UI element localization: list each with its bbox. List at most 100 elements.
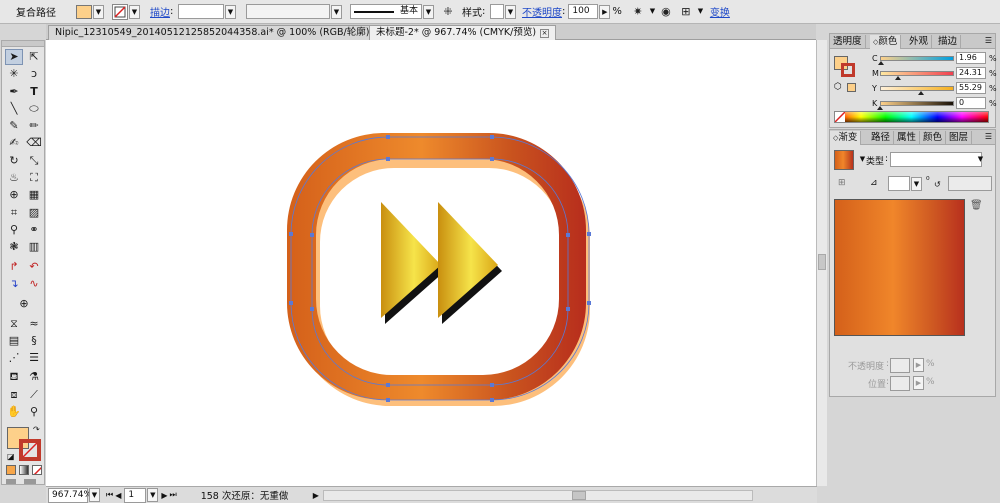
profile-dropdown[interactable]: ▼: [331, 4, 342, 19]
width-tool-icon[interactable]: ↱: [5, 259, 23, 275]
opacity-field[interactable]: 100: [568, 4, 599, 19]
angle-dropdown[interactable]: ▼: [911, 177, 922, 191]
channel-value-field[interactable]: 55.29: [956, 82, 986, 94]
anchor-point[interactable]: [587, 301, 591, 305]
angle-field[interactable]: [888, 176, 910, 191]
anchor-point[interactable]: [490, 157, 494, 161]
live-paint-selection-tool-icon[interactable]: ⚗: [25, 369, 43, 385]
slider-thumb[interactable]: [878, 61, 885, 65]
horizontal-scrollbar[interactable]: [322, 489, 753, 501]
color-spectrum[interactable]: [834, 111, 989, 123]
slider-track[interactable]: [880, 101, 954, 106]
anchor-point[interactable]: [490, 383, 494, 387]
anchor-point[interactable]: [386, 135, 390, 139]
arc-tool-icon[interactable]: ↶: [25, 259, 43, 275]
stroke-weight-field[interactable]: [178, 4, 224, 19]
tab-path[interactable]: 路径: [868, 131, 895, 145]
free-transform-tool-icon[interactable]: ⛶: [25, 170, 43, 186]
wave-tool-icon[interactable]: ≈: [25, 316, 43, 332]
anchor-point[interactable]: [386, 383, 390, 387]
style-dropdown[interactable]: ▼: [505, 4, 516, 19]
close-tab-icon[interactable]: ×: [540, 29, 550, 38]
recolor-artwork-icon[interactable]: ✷: [630, 4, 646, 20]
panel-menu-icon[interactable]: ☰: [985, 36, 992, 45]
anchor-point[interactable]: [310, 307, 314, 311]
align-icon[interactable]: ⊞: [678, 4, 694, 20]
stroke-weight-dropdown[interactable]: ▼: [225, 4, 236, 19]
slider-thumb[interactable]: [877, 106, 883, 110]
vertical-scrollbar[interactable]: [816, 40, 827, 486]
tab-appearance[interactable]: 外观: [906, 35, 933, 49]
eraser-tool-icon[interactable]: ⌫: [25, 135, 43, 151]
anchor-point[interactable]: [490, 135, 494, 139]
panel-menu-icon[interactable]: ☰: [985, 132, 992, 141]
ellipse-tool-icon[interactable]: ⬭: [25, 101, 43, 117]
gradient-type-select[interactable]: [890, 152, 982, 167]
none-mode-icon[interactable]: [32, 465, 42, 475]
gradient-preview-thumb[interactable]: [834, 150, 854, 170]
selection-tool-icon[interactable]: ➤: [5, 49, 23, 65]
twist-tool-icon[interactable]: §: [25, 333, 43, 349]
slider-y[interactable]: Y 55.29%: [872, 82, 1000, 95]
tab-color[interactable]: ◇颜色: [870, 35, 902, 49]
lasso-tool-icon[interactable]: ↄ: [25, 66, 43, 82]
list-tool-icon[interactable]: ☰: [25, 350, 43, 366]
anchor-point[interactable]: [289, 232, 293, 236]
scale-tool-icon[interactable]: ⤡: [25, 153, 43, 169]
smooth-tool-icon[interactable]: ↴: [5, 276, 23, 292]
color-mode-icon[interactable]: [6, 465, 16, 475]
channel-value-field[interactable]: 1.96: [956, 52, 986, 64]
slider-k[interactable]: K 0%: [872, 97, 1000, 110]
gradient-type-dropdown[interactable]: ▼: [975, 153, 986, 167]
slider-track[interactable]: [880, 56, 954, 61]
rotate-tool-icon[interactable]: ↻: [5, 153, 23, 169]
artboard-canvas[interactable]: [46, 40, 816, 486]
default-fill-stroke-icon[interactable]: ◪: [7, 452, 15, 461]
tab-gradient[interactable]: ◇渐变: [830, 131, 862, 145]
blend-tool-icon[interactable]: ⚭: [25, 222, 43, 238]
artboard-number-field[interactable]: 1: [124, 487, 147, 503]
symbol-sprayer-tool-icon[interactable]: ❃: [5, 239, 23, 255]
crosshair-tool-icon[interactable]: ⊕: [15, 296, 33, 312]
draw-normal-icon[interactable]: [6, 479, 16, 484]
chart-tool-icon[interactable]: ▤: [5, 333, 23, 349]
type-tool-icon[interactable]: T: [25, 84, 43, 100]
next-artboard-icon[interactable]: ▶: [161, 491, 167, 500]
warp-tool-icon[interactable]: ♨: [5, 170, 23, 186]
status-menu-arrow[interactable]: ▶: [313, 491, 319, 500]
column-graph-tool-icon[interactable]: ▥: [25, 239, 43, 255]
none-color-icon[interactable]: [835, 112, 845, 122]
graphic-style-swatch[interactable]: [490, 4, 504, 19]
stroke-panel-link[interactable]: 描边: [150, 4, 170, 19]
web-safe-swatch[interactable]: [847, 83, 856, 92]
gradient-stroke-options-icon[interactable]: ⊞: [838, 178, 846, 188]
gradient-mode-icon[interactable]: [19, 465, 29, 475]
anchor-point[interactable]: [386, 157, 390, 161]
pen-tool-icon[interactable]: ✒: [5, 84, 23, 100]
tools-panel-grip[interactable]: [2, 41, 44, 47]
vertical-scroll-thumb[interactable]: [818, 254, 826, 270]
live-paint-bucket-tool-icon[interactable]: ⛾: [5, 369, 23, 385]
prev-artboard-icon[interactable]: ◀: [115, 491, 121, 500]
artboard-tool-icon[interactable]: ⧈: [5, 387, 23, 403]
screen-mode-icon[interactable]: [24, 479, 36, 484]
tab-document-2[interactable]: 未标题-2* @ 967.74% (CMYK/预览) ×: [369, 25, 557, 40]
anchor-point[interactable]: [566, 233, 570, 237]
direct-selection-tool-icon[interactable]: ⇱: [25, 49, 43, 65]
anchor-point[interactable]: [289, 301, 293, 305]
variable-width-profile[interactable]: [246, 4, 330, 19]
stroke-none-icon[interactable]: [112, 3, 128, 20]
options-icon[interactable]: ⁜: [440, 4, 456, 20]
channel-value-field[interactable]: 0: [956, 97, 986, 109]
delete-stop-icon[interactable]: 🗑: [970, 200, 983, 211]
anchor-point[interactable]: [386, 398, 390, 402]
anchor-point[interactable]: [310, 233, 314, 237]
horizontal-scroll-thumb[interactable]: [571, 490, 586, 500]
magic-wand-tool-icon[interactable]: ✳: [5, 66, 23, 82]
mesh-tool-icon[interactable]: ⌗: [5, 205, 23, 221]
anchor-point[interactable]: [490, 398, 494, 402]
zoom-dropdown[interactable]: ▼: [89, 488, 100, 502]
align-dropdown[interactable]: ▼: [695, 5, 706, 19]
fill-color-swatch[interactable]: [76, 4, 92, 19]
out-of-gamut-icon[interactable]: ⬡: [834, 82, 842, 92]
